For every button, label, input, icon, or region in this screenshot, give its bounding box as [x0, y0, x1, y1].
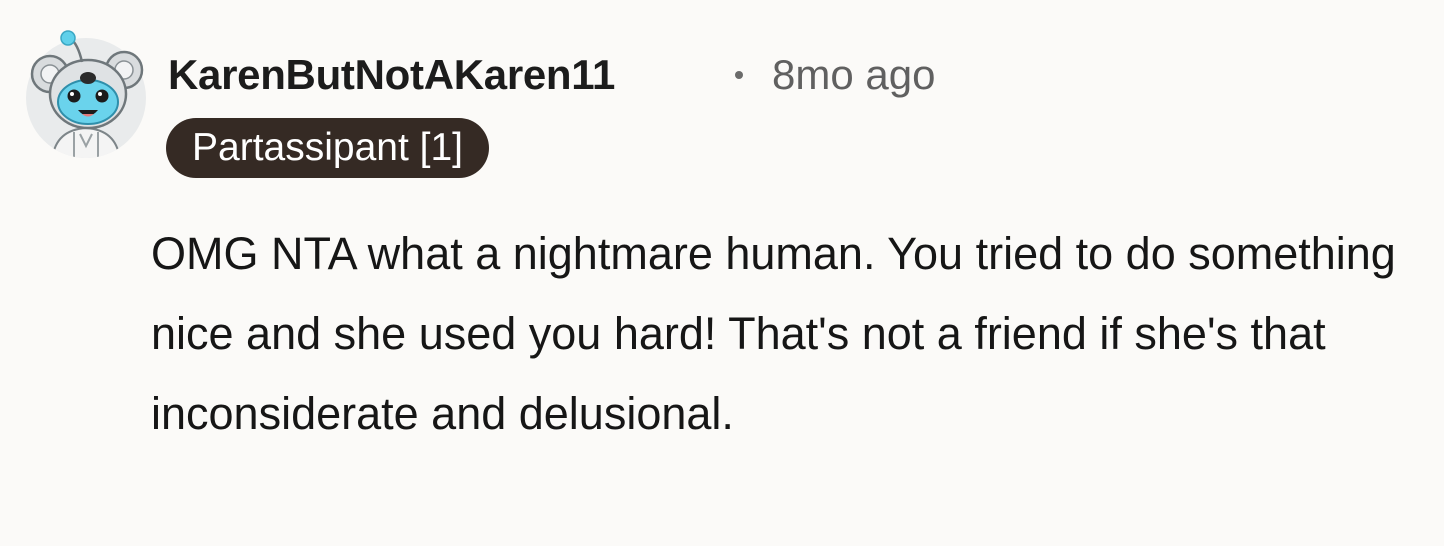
comment-body-text: OMG NTA what a nightmare human. You trie… [151, 228, 1396, 439]
user-flair-badge: Partassipant [1] [166, 118, 489, 178]
comment-timestamp[interactable]: 8mo ago [772, 51, 935, 99]
comment: KarenButNotAKaren11 8mo ago Partassipant… [0, 0, 1444, 546]
user-avatar-icon[interactable] [24, 30, 148, 158]
meta-separator-dot [735, 71, 743, 79]
author-username-link[interactable]: KarenButNotAKaren11 [168, 51, 615, 99]
